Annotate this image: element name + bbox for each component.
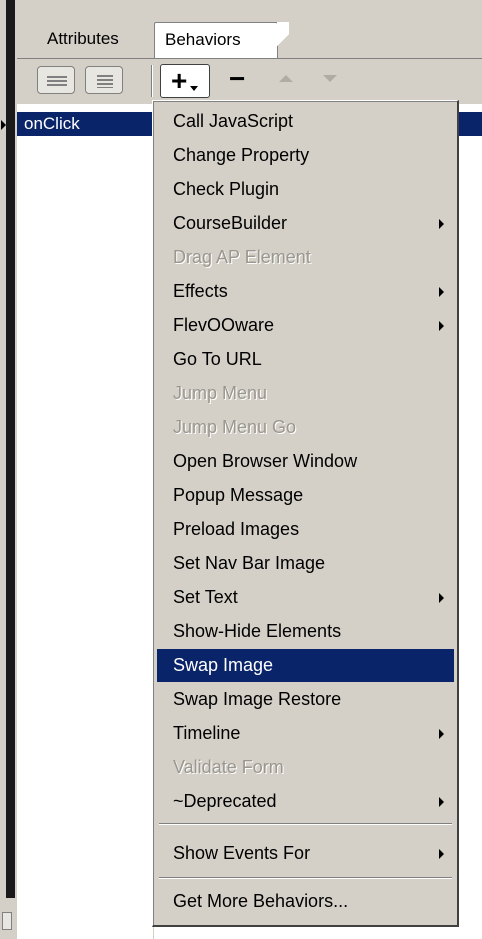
scroll-handle[interactable] xyxy=(2,912,12,930)
tab-behaviors[interactable]: Behaviors xyxy=(154,22,289,58)
menu-item-label: Validate Form xyxy=(173,757,284,777)
menu-item-set-nav-bar-image[interactable]: Set Nav Bar Image xyxy=(157,547,454,580)
gutter-bottom xyxy=(0,898,17,939)
menu-item-jump-menu: Jump Menu xyxy=(157,377,454,410)
submenu-arrow-icon xyxy=(439,797,444,807)
menu-item-label: Timeline xyxy=(173,723,241,743)
menu-item-show-hide-elements[interactable]: Show-Hide Elements xyxy=(157,615,454,648)
menu-item-label: Change Property xyxy=(173,145,310,165)
menu-item-swap-image[interactable]: Swap Image xyxy=(157,649,454,682)
menu-item-label: Get More Behaviors... xyxy=(173,891,349,911)
menu-separator xyxy=(159,877,452,879)
behaviors-toolbar: + − xyxy=(17,58,482,102)
menu-item-label: Set Text xyxy=(173,587,238,607)
menu-item-label: FlevOOware xyxy=(173,315,275,335)
menu-item-open-browser-window[interactable]: Open Browser Window xyxy=(157,445,454,478)
menu-item-label: Jump Menu xyxy=(173,383,268,403)
plus-icon: + xyxy=(171,65,188,96)
menu-item-label: CourseBuilder xyxy=(173,213,288,233)
menu-item-popup-message[interactable]: Popup Message xyxy=(157,479,454,512)
submenu-arrow-icon xyxy=(439,321,444,331)
menu-item-label: Swap Image Restore xyxy=(173,689,342,709)
menu-item-label: Show-Hide Elements xyxy=(173,621,342,641)
list-lines-icon xyxy=(47,76,67,86)
menu-item-effects[interactable]: Effects xyxy=(157,275,454,308)
menu-item-deprecated[interactable]: ~Deprecated xyxy=(157,785,454,818)
toolbar-separator xyxy=(151,65,153,97)
menu-item-timeline[interactable]: Timeline xyxy=(157,717,454,750)
menu-item-label: ~Deprecated xyxy=(173,791,277,811)
menu-item-label: Set Nav Bar Image xyxy=(173,553,326,573)
menu-item-swap-image-restore[interactable]: Swap Image Restore xyxy=(157,683,454,716)
submenu-arrow-icon xyxy=(439,729,444,739)
menu-item-label: Jump Menu Go xyxy=(173,417,297,437)
menu-item-validate-form: Validate Form xyxy=(157,751,454,784)
menu-item-label: Call JavaScript xyxy=(173,111,294,131)
show-all-events-button[interactable] xyxy=(85,66,123,94)
menu-item-set-text[interactable]: Set Text xyxy=(157,581,454,614)
menu-item-check-plugin[interactable]: Check Plugin xyxy=(157,173,454,206)
menu-item-change-property[interactable]: Change Property xyxy=(157,139,454,172)
menu-item-call-javascript[interactable]: Call JavaScript xyxy=(157,105,454,138)
menu-item-label: Go To URL xyxy=(173,349,262,369)
add-behavior-button[interactable]: + xyxy=(160,64,210,98)
panel-gutter xyxy=(0,0,17,939)
move-up-icon[interactable] xyxy=(279,75,293,82)
menu-item-go-to-url[interactable]: Go To URL xyxy=(157,343,454,376)
move-down-icon[interactable] xyxy=(323,75,337,82)
menu-item-label: Popup Message xyxy=(173,485,304,505)
tab-attributes[interactable]: Attributes xyxy=(37,22,129,58)
remove-behavior-button[interactable]: − xyxy=(229,63,245,95)
menu-item-preload-images[interactable]: Preload Images xyxy=(157,513,454,546)
list-lines-icon xyxy=(97,75,113,88)
menu-item-show-events-for[interactable]: Show Events For xyxy=(157,837,454,870)
submenu-arrow-icon xyxy=(439,287,444,297)
menu-item-get-more-behaviors[interactable]: Get More Behaviors... xyxy=(157,885,454,918)
submenu-arrow-icon xyxy=(439,593,444,603)
row-pointer-icon xyxy=(1,120,6,130)
menu-item-flevooware[interactable]: FlevOOware xyxy=(157,309,454,342)
gutter-bar xyxy=(6,0,15,939)
menu-item-label: Swap Image xyxy=(173,655,274,675)
menu-item-drag-ap-element: Drag AP Element xyxy=(157,241,454,274)
menu-item-jump-menu-go: Jump Menu Go xyxy=(157,411,454,444)
menu-item-label: Preload Images xyxy=(173,519,300,539)
menu-item-label: Open Browser Window xyxy=(173,451,358,471)
add-behavior-menu: Call JavaScript Change Property Check Plug… xyxy=(152,100,459,927)
menu-item-label: Drag AP Element xyxy=(173,247,311,267)
submenu-arrow-icon xyxy=(439,219,444,229)
dropdown-caret-icon xyxy=(190,86,198,91)
menu-separator xyxy=(159,823,452,825)
menu-item-label: Effects xyxy=(173,281,228,301)
event-name: onClick xyxy=(24,114,80,133)
menu-item-coursebuilder[interactable]: CourseBuilder xyxy=(157,207,454,240)
menu-item-label: Check Plugin xyxy=(173,179,280,199)
show-set-events-button[interactable] xyxy=(37,66,75,94)
menu-item-label: Show Events For xyxy=(173,843,311,863)
submenu-arrow-icon xyxy=(439,849,444,859)
